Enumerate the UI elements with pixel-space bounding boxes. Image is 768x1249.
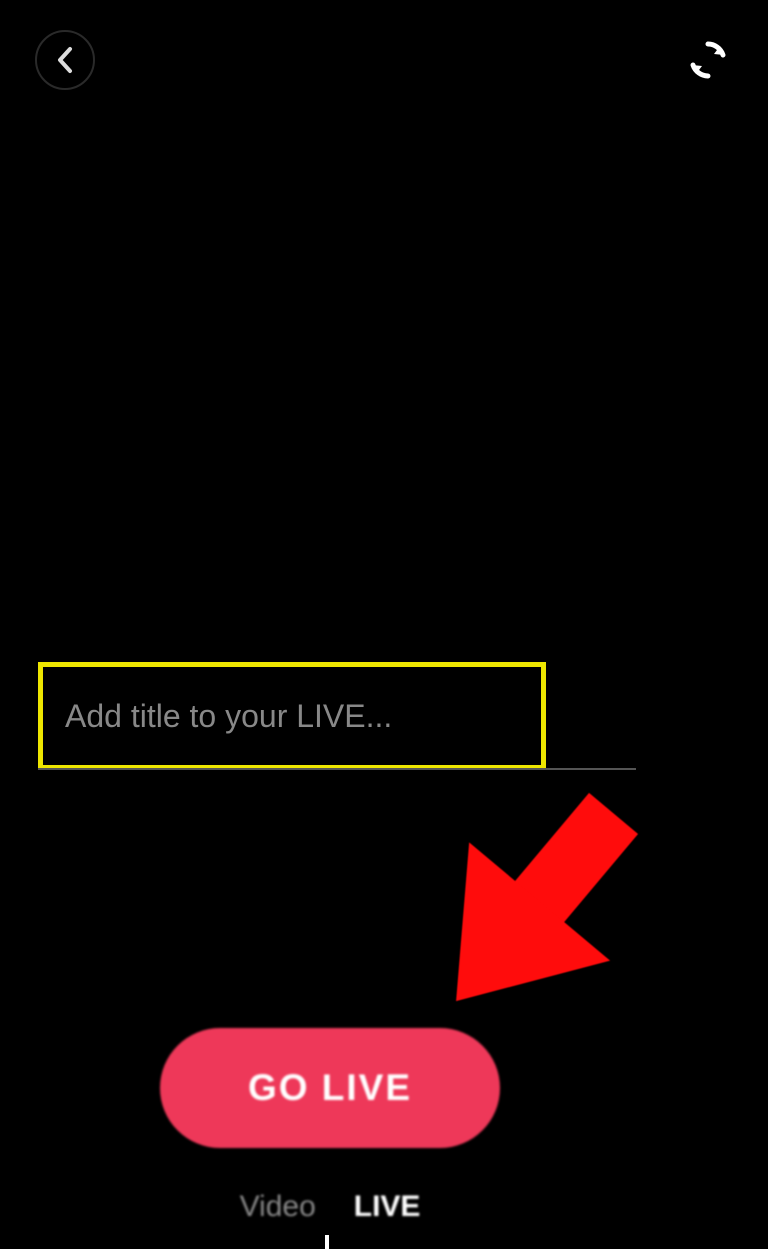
live-title-input[interactable] xyxy=(43,698,541,735)
header xyxy=(0,0,768,120)
tab-indicator xyxy=(325,1235,329,1249)
title-input-underline xyxy=(38,768,636,770)
mode-tabs: Video LIVE xyxy=(0,1190,660,1224)
tab-video[interactable]: Video xyxy=(240,1190,316,1224)
go-live-label: GO LIVE xyxy=(248,1067,412,1109)
flip-camera-button[interactable] xyxy=(683,35,733,85)
go-live-button[interactable]: GO LIVE xyxy=(160,1028,500,1148)
title-input-highlight xyxy=(38,662,546,770)
chevron-left-icon xyxy=(56,46,74,74)
back-button[interactable] xyxy=(35,30,95,90)
refresh-icon xyxy=(686,38,730,82)
tab-live[interactable]: LIVE xyxy=(354,1190,421,1224)
